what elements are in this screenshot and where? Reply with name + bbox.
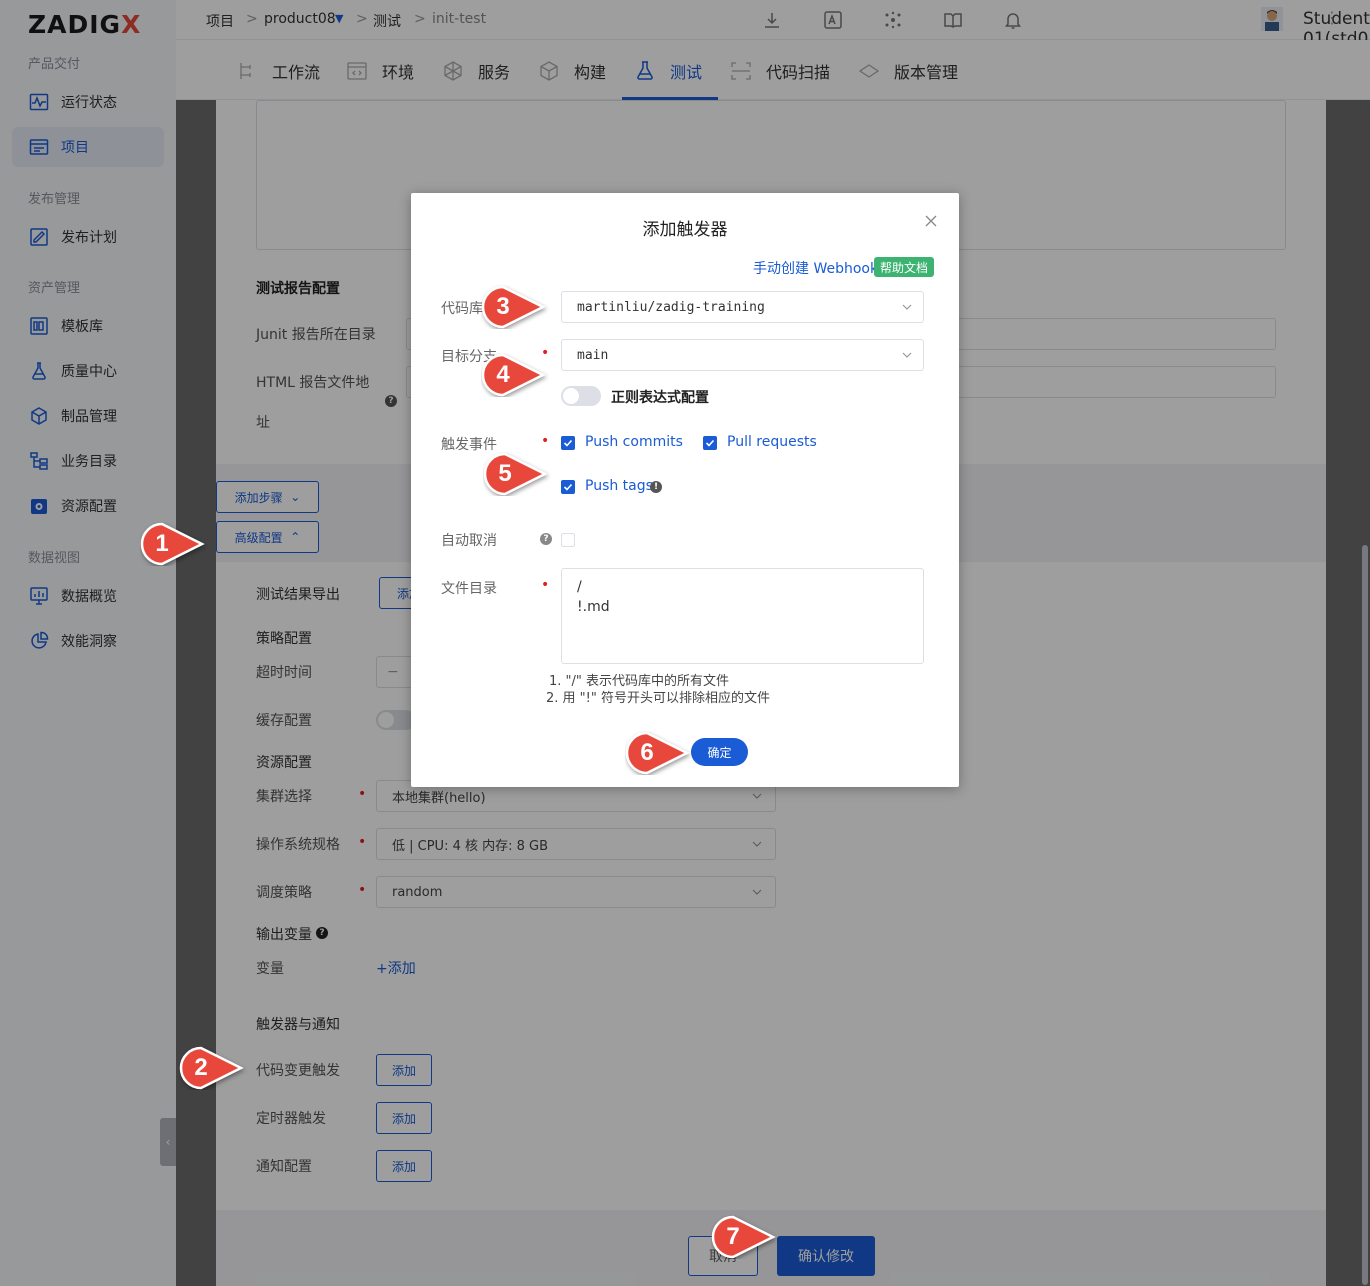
push-commits-label[interactable]: Push commits	[585, 434, 683, 450]
callout-marker: 3	[481, 285, 553, 329]
help-icon[interactable]: ?	[540, 533, 552, 545]
push-commits-checkbox[interactable]	[561, 436, 575, 450]
pull-requests-checkbox[interactable]	[703, 436, 717, 450]
required-mark: •	[541, 433, 550, 449]
callout-marker: 1	[140, 522, 212, 566]
callout-marker: 7	[711, 1215, 783, 1259]
close-icon[interactable]	[923, 213, 939, 229]
files-textarea[interactable]: / !.md	[561, 568, 924, 664]
callout-marker: 6	[625, 731, 697, 775]
ok-button[interactable]: 确定	[691, 738, 748, 766]
repo-label: 代码库	[441, 301, 483, 317]
manual-webhook-link[interactable]: 手动创建 Webhook	[753, 258, 878, 278]
files-label: 文件目录	[441, 581, 497, 597]
chevron-down-icon	[901, 349, 913, 361]
chevron-down-icon	[901, 301, 913, 313]
regex-label: 正则表达式配置	[611, 390, 709, 406]
help-doc-badge[interactable]: 帮助文档	[874, 257, 934, 277]
regex-toggle[interactable]	[561, 386, 601, 406]
push-tags-label[interactable]: Push tags	[585, 478, 653, 494]
callout-marker: 5	[483, 452, 555, 496]
events-label: 触发事件	[441, 437, 497, 453]
repo-select[interactable]: martinliu/zadig-training	[561, 291, 924, 323]
push-tags-checkbox[interactable]	[561, 480, 575, 494]
pull-requests-label[interactable]: Pull requests	[727, 434, 817, 450]
callout-marker: 4	[481, 353, 553, 397]
branch-select[interactable]: main	[561, 339, 924, 371]
info-icon[interactable]: !	[650, 481, 662, 493]
files-hint-2: 2. 用 "!" 符号开头可以排除相应的文件	[546, 691, 770, 706]
required-mark: •	[541, 577, 550, 593]
auto-cancel-label: 自动取消	[441, 533, 497, 549]
dialog-title: 添加触发器	[642, 220, 728, 240]
auto-cancel-checkbox[interactable]	[561, 533, 575, 547]
callout-marker: 2	[179, 1046, 251, 1090]
